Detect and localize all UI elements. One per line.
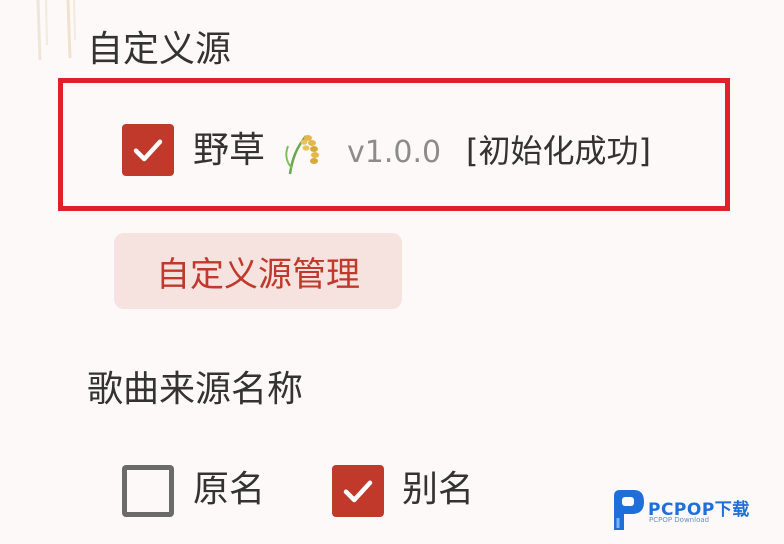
alias-name-checkbox[interactable] [332, 465, 384, 517]
watermark-subtitle: PCPOP Download [649, 516, 710, 524]
source-status: [初始化成功] [466, 132, 651, 170]
source-version: v1.0.0 [347, 135, 442, 170]
custom-source-title: 自定义源 [87, 29, 232, 70]
checkmark-icon [133, 139, 163, 162]
checkmark-icon [343, 480, 373, 503]
decorative-streaks [36, 0, 76, 61]
original-name-label: 原名 [193, 469, 266, 510]
source-enabled-checkbox[interactable] [122, 124, 174, 176]
rice-grain-icon [285, 135, 319, 175]
song-source-name-title: 歌曲来源名称 [87, 369, 304, 410]
original-name-checkbox[interactable] [122, 465, 174, 517]
source-name: 野草 [193, 130, 266, 171]
alias-name-label: 别名 [402, 469, 475, 510]
custom-source-manage-button[interactable]: 自定义源管理 [114, 233, 402, 309]
